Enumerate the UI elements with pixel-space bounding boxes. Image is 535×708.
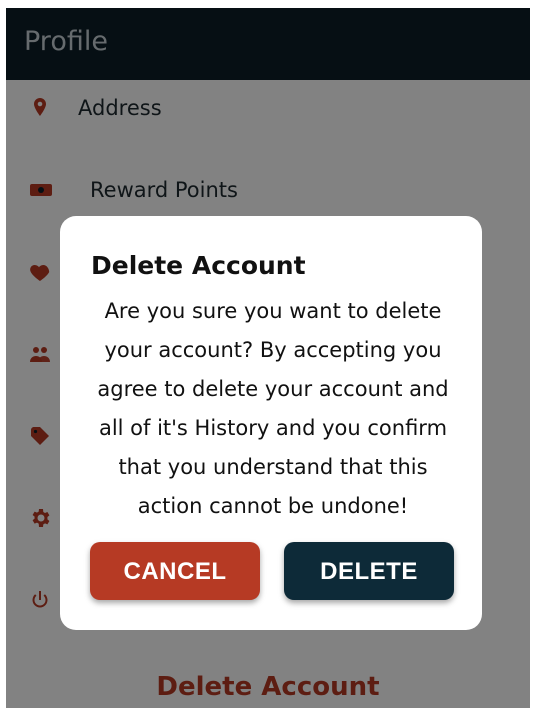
dialog-title: Delete Account xyxy=(91,251,306,280)
cancel-button-label: CANCEL xyxy=(123,558,227,585)
delete-button-label: DELETE xyxy=(320,558,418,585)
cancel-button[interactable]: CANCEL xyxy=(90,542,260,600)
delete-account-dialog: Delete Account Are you sure you want to … xyxy=(60,216,482,630)
dialog-message: Are you sure you want to delete your acc… xyxy=(97,299,449,518)
app-screen: Profile Address Reward Points Delete Acc… xyxy=(6,8,530,708)
delete-button[interactable]: DELETE xyxy=(284,542,454,600)
